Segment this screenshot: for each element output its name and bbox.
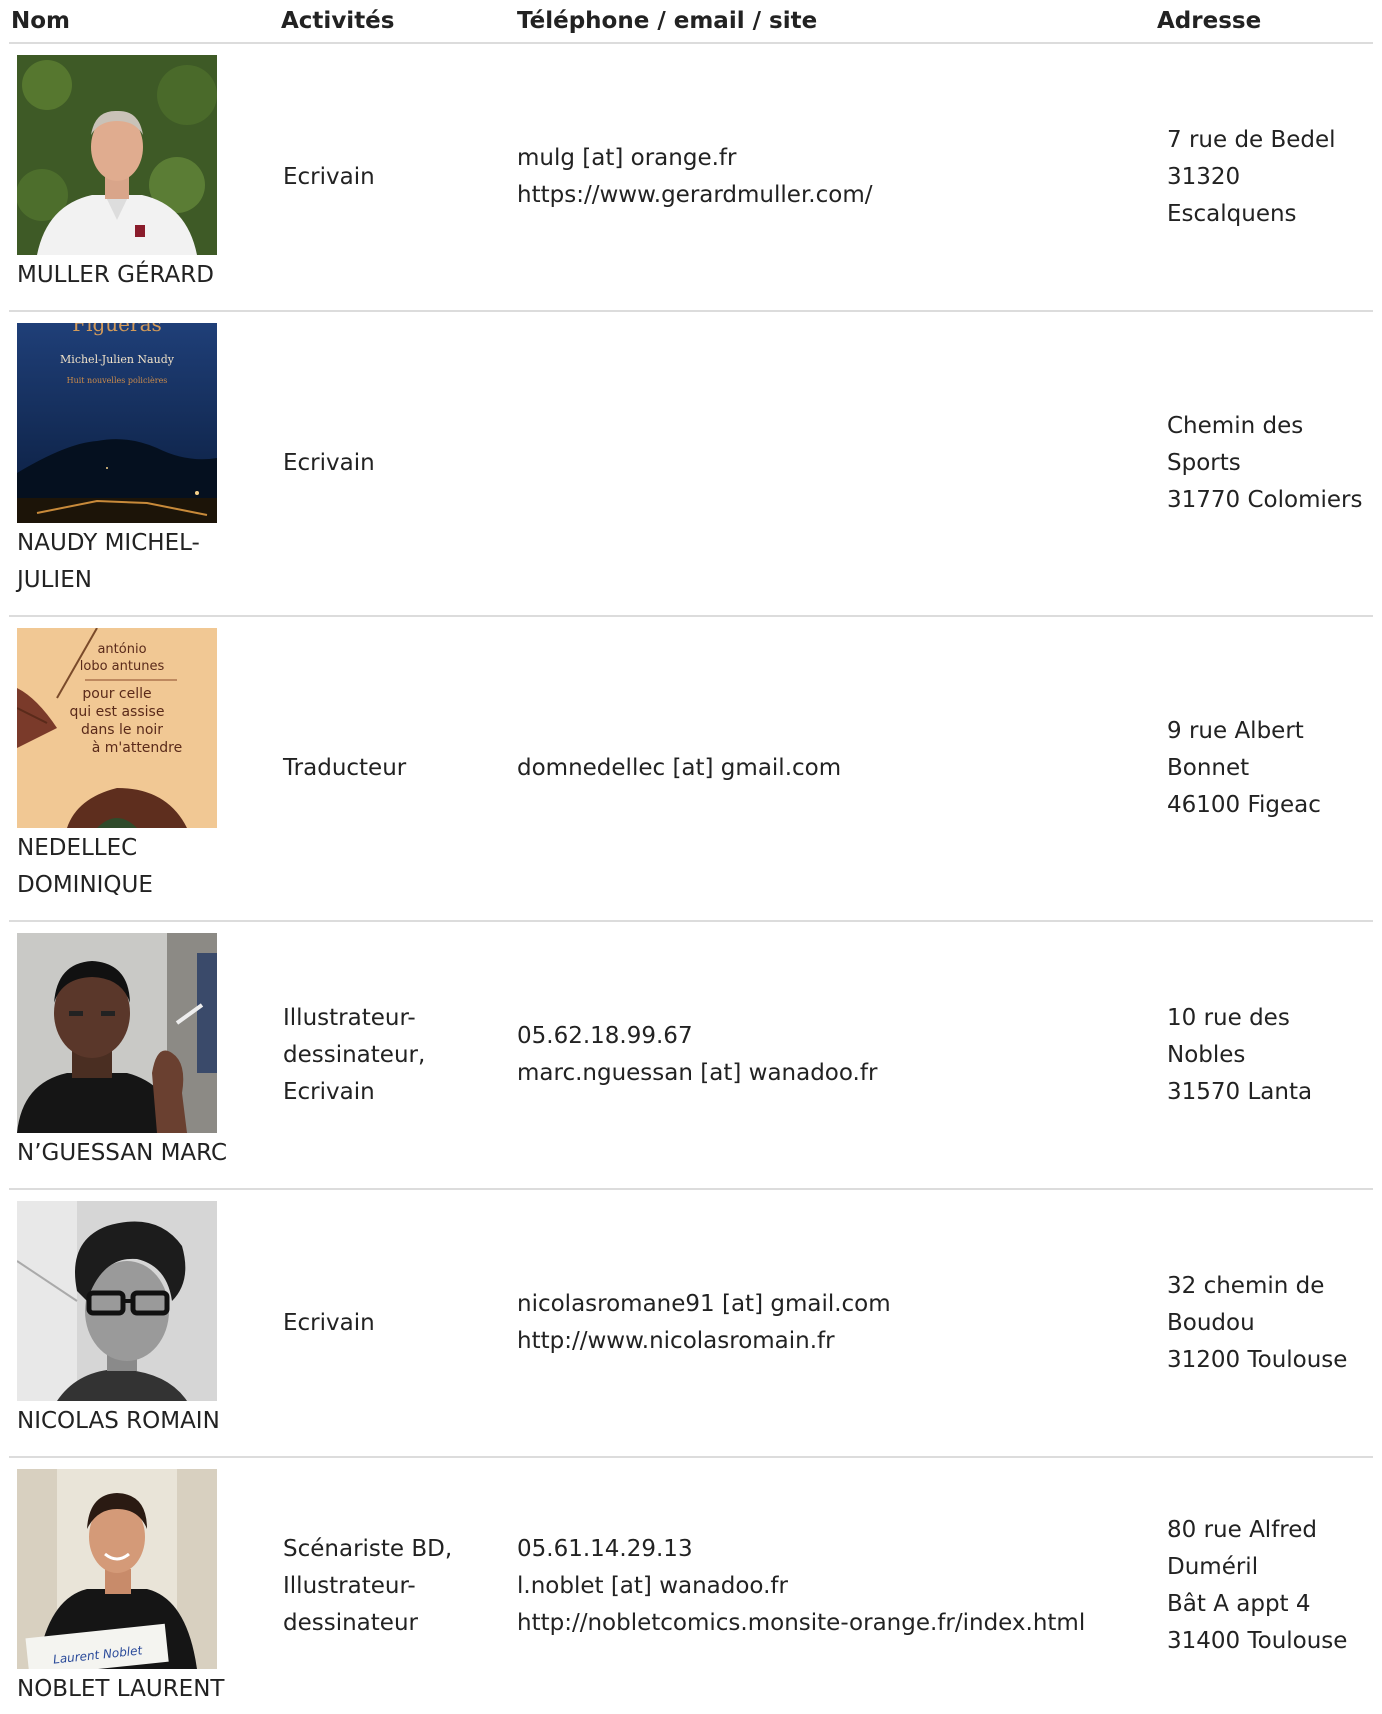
address-line: Nobles <box>1167 1041 1246 1068</box>
activity: dessinateur <box>283 1609 418 1636</box>
email-link[interactable]: marc.nguessan [at] wanadoo.fr <box>517 1055 1148 1092</box>
cover-author-last: lobo antunes <box>80 659 165 674</box>
cover-title: Figueras <box>72 323 162 336</box>
header-adresse[interactable]: Adresse <box>1149 0 1373 44</box>
contact-cell: mulg [at] orange.fr https://www.gerardmu… <box>507 43 1149 312</box>
address-line: Duméril <box>1167 1554 1259 1580</box>
address-cell: 9 rue Albert Bonnet 46100 Figeac <box>1149 616 1373 922</box>
address-line: Sports <box>1167 450 1241 476</box>
table-row: Figueras Michel-Julien Naudy Huit nouvel… <box>9 311 1373 617</box>
address-line: 46100 Figeac <box>1167 792 1321 818</box>
book-cover-nedellec[interactable]: antónio lobo antunes pour celle qui est … <box>17 628 217 828</box>
portrait-photo-muller[interactable] <box>17 55 217 255</box>
activities-cell: Ecrivain <box>273 43 507 312</box>
cover-author-first: antónio <box>97 642 146 657</box>
activity: Ecrivain <box>283 450 375 476</box>
address-line: 7 rue de Bedel <box>1167 126 1336 153</box>
address-line: 31320 <box>1167 163 1241 190</box>
contact-cell: domnedellec [at] gmail.com <box>507 616 1149 922</box>
cover-title-2: qui est assise <box>70 704 165 720</box>
address-line: 31200 Toulouse <box>1167 1346 1348 1373</box>
address-line: Bât A appt 4 <box>1167 1591 1311 1617</box>
person-name: MULLER GÉRARD <box>17 262 214 288</box>
portrait-photo-nguessan[interactable] <box>17 933 217 1133</box>
table-row: Laurent Noblet NOBLET LAURENT Scénariste… <box>9 1457 1373 1714</box>
activity: Ecrivain <box>283 1078 375 1105</box>
address-cell: 10 rue des Nobles 31570 Lanta <box>1149 921 1373 1190</box>
phone-number[interactable]: 05.62.18.99.67 <box>517 1018 1148 1055</box>
person-name: N’GUESSAN MARC <box>17 1140 228 1166</box>
book-cover-naudy[interactable]: Figueras Michel-Julien Naudy Huit nouvel… <box>17 323 217 523</box>
activities-cell: Scénariste BD, Illustrateur- dessinateur <box>273 1457 507 1714</box>
contact-cell <box>507 311 1149 617</box>
person-name: NICOLAS ROMAIN <box>17 1408 220 1434</box>
portrait-photo-nicolas[interactable] <box>17 1201 217 1401</box>
website-link[interactable]: http://www.nicolasromain.fr <box>517 1323 1148 1360</box>
activities-cell: Ecrivain <box>273 311 507 617</box>
email-link[interactable]: l.noblet [at] wanadoo.fr <box>517 1568 1148 1605</box>
activity: Scénariste BD, <box>283 1535 453 1562</box>
cover-title-4: à m'attendre <box>92 740 183 756</box>
email-link[interactable]: mulg [at] orange.fr <box>517 140 1148 177</box>
address-cell: 7 rue de Bedel 31320 Escalquens <box>1149 43 1373 312</box>
activities-cell: Illustrateur- dessinateur, Ecrivain <box>273 921 507 1190</box>
table-header-row: Nom Activités Téléphone / email / site A… <box>9 0 1373 44</box>
address-line: 9 rue Albert <box>1167 718 1304 744</box>
address-line: 80 rue Alfred <box>1167 1517 1317 1543</box>
website-link[interactable]: https://www.gerardmuller.com/ <box>517 177 1148 214</box>
person-name: NAUDY MICHEL-JULIEN <box>17 530 200 593</box>
activity: Traducteur <box>283 755 407 781</box>
email-link[interactable]: nicolasromane91 [at] gmail.com <box>517 1286 1148 1323</box>
activities-cell: Ecrivain <box>273 1189 507 1458</box>
email-link[interactable]: domnedellec [at] gmail.com <box>517 750 1148 787</box>
person-name: NEDELLEC DOMINIQUE <box>17 835 153 898</box>
address-cell: Chemin des Sports 31770 Colomiers <box>1149 311 1373 617</box>
activity: dessinateur, <box>283 1041 426 1068</box>
contact-cell: 05.61.14.29.13 l.noblet [at] wanadoo.fr … <box>507 1457 1149 1714</box>
directory-table: Nom Activités Téléphone / email / site A… <box>9 0 1373 1714</box>
contact-cell: nicolasromane91 [at] gmail.com http://ww… <box>507 1189 1149 1458</box>
address-cell: 80 rue Alfred Duméril Bât A appt 4 31400… <box>1149 1457 1373 1714</box>
address-cell: 32 chemin de Boudou 31200 Toulouse <box>1149 1189 1373 1458</box>
activity: Illustrateur- <box>283 1004 416 1031</box>
person-name: NOBLET LAURENT <box>17 1676 225 1702</box>
address-line: 31770 Colomiers <box>1167 487 1363 513</box>
table-row: MULLER GÉRARD Ecrivain mulg [at] orange.… <box>9 43 1373 312</box>
website-link[interactable]: http://nobletcomics.monsite-orange.fr/in… <box>517 1605 1148 1642</box>
address-line: 31400 Toulouse <box>1167 1628 1348 1654</box>
header-contact[interactable]: Téléphone / email / site <box>507 0 1149 44</box>
activity: Ecrivain <box>283 163 375 190</box>
cover-author: Michel-Julien Naudy <box>60 353 175 366</box>
address-line: Chemin des <box>1167 413 1304 439</box>
address-line: Boudou <box>1167 1309 1255 1336</box>
address-line: 32 chemin de <box>1167 1272 1325 1299</box>
activities-cell: Traducteur <box>273 616 507 922</box>
cover-title-3: dans le noir <box>81 722 163 738</box>
header-nom[interactable]: Nom <box>9 0 273 44</box>
table-row: antónio lobo antunes pour celle qui est … <box>9 616 1373 922</box>
cover-title-1: pour celle <box>82 686 151 702</box>
table-row: NICOLAS ROMAIN Ecrivain nicolasromane91 … <box>9 1189 1373 1458</box>
cover-subtitle: Huit nouvelles policières <box>67 376 168 385</box>
address-line: 10 rue des <box>1167 1004 1290 1031</box>
phone-number[interactable]: 05.61.14.29.13 <box>517 1531 1148 1568</box>
contact-cell: 05.62.18.99.67 marc.nguessan [at] wanado… <box>507 921 1149 1190</box>
address-line: 31570 Lanta <box>1167 1078 1313 1105</box>
table-row: N’GUESSAN MARC Illustrateur- dessinateur… <box>9 921 1373 1190</box>
address-line: Escalquens <box>1167 200 1297 227</box>
portrait-photo-noblet[interactable]: Laurent Noblet <box>17 1469 217 1669</box>
activity: Ecrivain <box>283 1309 375 1336</box>
header-activites[interactable]: Activités <box>273 0 507 44</box>
address-line: Bonnet <box>1167 755 1250 781</box>
activity: Illustrateur- <box>283 1572 416 1599</box>
